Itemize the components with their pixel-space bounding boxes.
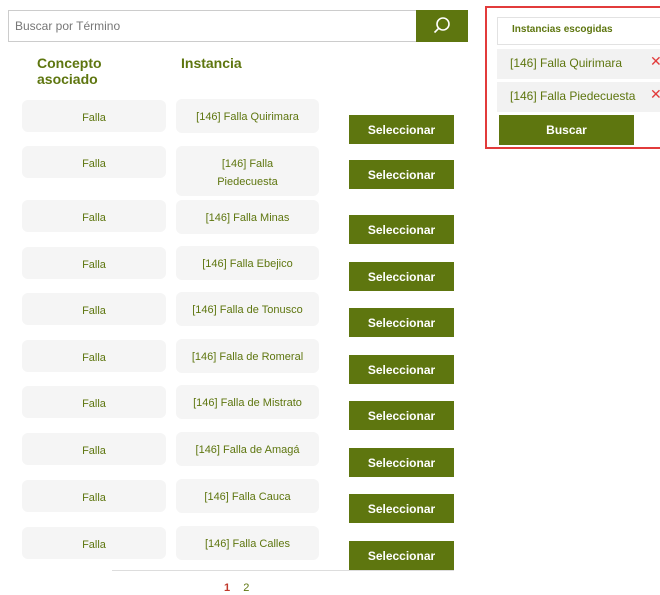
close-icon[interactable]: ✕ bbox=[650, 54, 660, 68]
concepto-cell: Falla bbox=[22, 340, 166, 372]
concepto-cell: Falla bbox=[22, 433, 166, 465]
pagination: 1 2 bbox=[224, 582, 259, 594]
instancia-cell: [146] Falla Ebejico bbox=[176, 246, 319, 280]
search-bar bbox=[8, 10, 468, 42]
select-button[interactable]: Seleccionar bbox=[349, 401, 454, 430]
page-link-2[interactable]: 2 bbox=[243, 582, 249, 594]
instancia-cell: [146] Falla Minas bbox=[176, 200, 319, 234]
selected-item: [146] Falla Piedecuesta bbox=[497, 82, 660, 112]
instancia-cell: [146] Falla de Romeral bbox=[176, 339, 319, 373]
concepto-cell: Falla bbox=[22, 386, 166, 418]
concepto-cell: Falla bbox=[22, 100, 166, 132]
selected-item: [146] Falla Quirimara bbox=[497, 49, 660, 79]
select-button[interactable]: Seleccionar bbox=[349, 215, 454, 244]
instancia-cell: [146] Falla Cauca bbox=[176, 479, 319, 513]
column-header-concepto: Concepto asociado bbox=[37, 55, 102, 87]
concepto-cell: Falla bbox=[22, 527, 166, 559]
selected-instances-panel: Instancias escogidas [146] Falla Quirima… bbox=[485, 6, 660, 149]
concepto-cell: Falla bbox=[22, 146, 166, 178]
concepto-cell: Falla bbox=[22, 200, 166, 232]
select-button[interactable]: Seleccionar bbox=[349, 115, 454, 144]
instancia-cell: [146] Falla Calles bbox=[176, 526, 319, 560]
select-button[interactable]: Seleccionar bbox=[349, 308, 454, 337]
instancia-cell: [146] Falla de Tonusco bbox=[176, 292, 319, 326]
select-button[interactable]: Seleccionar bbox=[349, 448, 454, 477]
instancia-cell: [146] Falla Piedecuesta bbox=[176, 146, 319, 196]
panel-title: Instancias escogidas bbox=[497, 17, 660, 45]
instancia-cell: [146] Falla de Amagá bbox=[176, 432, 319, 466]
select-button[interactable]: Seleccionar bbox=[349, 160, 454, 189]
page-link-1[interactable]: 1 bbox=[224, 582, 230, 594]
divider bbox=[112, 570, 454, 571]
select-button[interactable]: Seleccionar bbox=[349, 355, 454, 384]
instancia-cell: [146] Falla Quirimara bbox=[176, 99, 319, 133]
search-input[interactable] bbox=[9, 11, 417, 41]
select-button[interactable]: Seleccionar bbox=[349, 541, 454, 570]
select-button[interactable]: Seleccionar bbox=[349, 262, 454, 291]
close-icon[interactable]: ✕ bbox=[650, 87, 660, 101]
select-button[interactable]: Seleccionar bbox=[349, 494, 454, 523]
search-selected-button[interactable]: Buscar bbox=[499, 115, 634, 145]
instancia-cell: [146] Falla de Mistrato bbox=[176, 385, 319, 419]
search-button[interactable] bbox=[416, 10, 468, 42]
concepto-cell: Falla bbox=[22, 293, 166, 325]
concepto-cell: Falla bbox=[22, 480, 166, 512]
column-header-instancia: Instancia bbox=[181, 55, 242, 71]
search-icon bbox=[433, 17, 450, 34]
concepto-cell: Falla bbox=[22, 247, 166, 279]
